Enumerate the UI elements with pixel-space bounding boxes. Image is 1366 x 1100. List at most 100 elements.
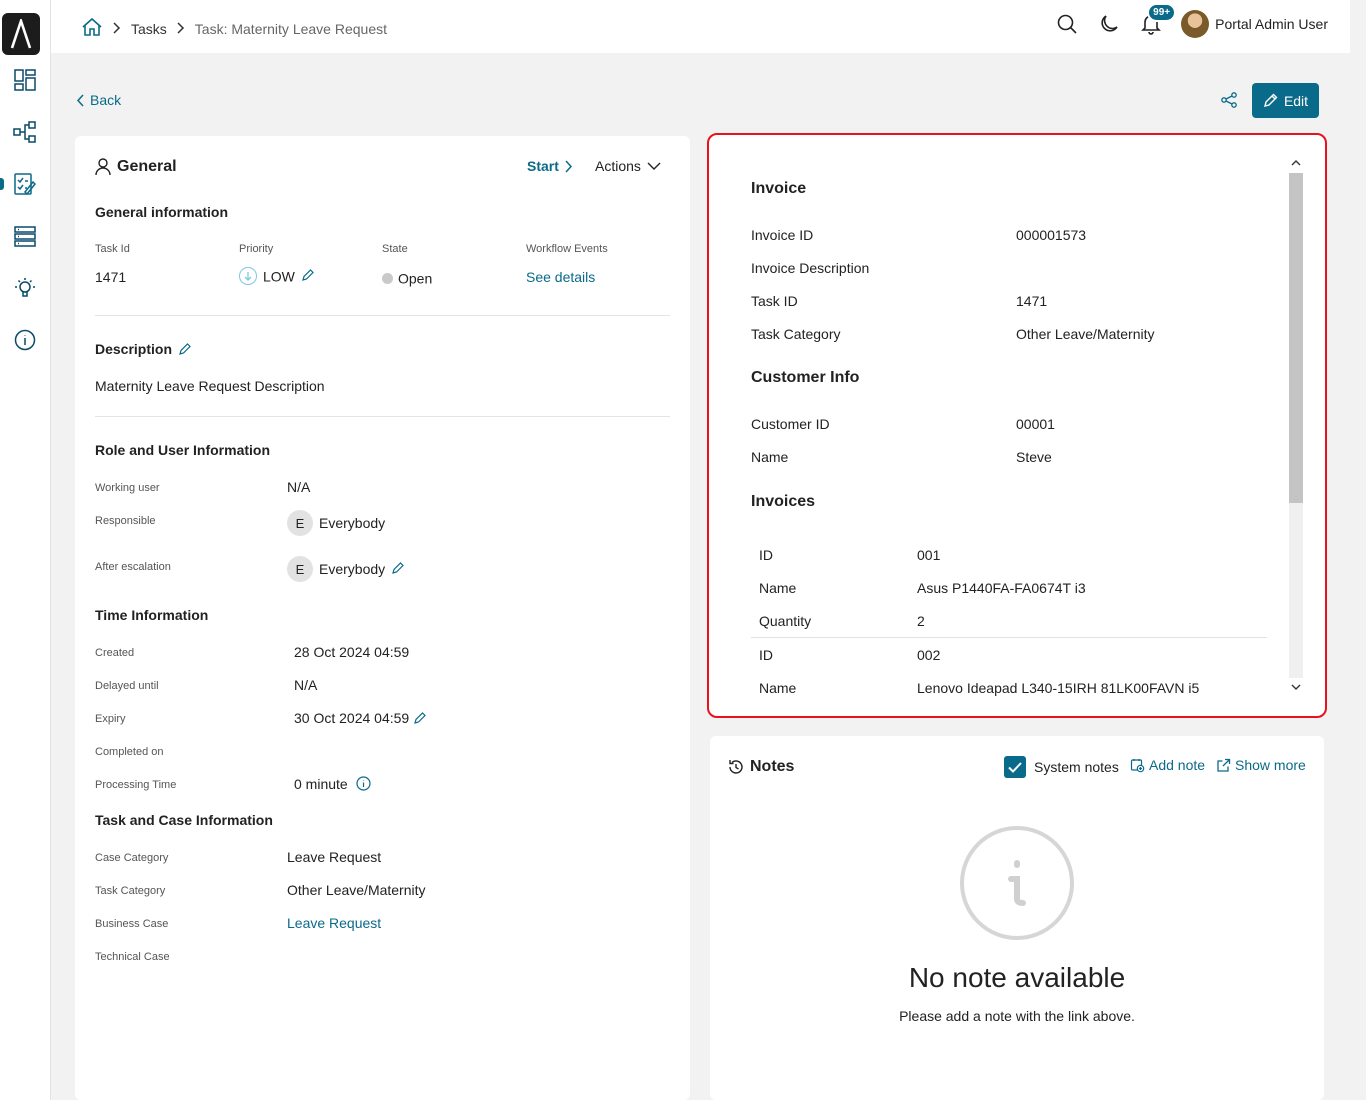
created-label: Created [95,647,135,659]
invoice-row-label: Invoice Description [751,260,870,276]
invoice-row-value: Other Leave/Maternity [1016,326,1155,342]
invoice-item-label: Name [759,580,797,596]
task-category-label: Task Category [95,885,166,897]
escalation-avatar: E [287,556,313,582]
invoice-row-label: Invoice ID [751,227,814,243]
processing-value: 0 minute [294,776,371,794]
state-dot [382,272,393,284]
invoice-item-value: 2 [917,613,925,629]
divider [751,637,1267,638]
notes-header: Notes [728,758,794,776]
chevron-up-icon [1291,160,1301,166]
bell-icon[interactable]: 99+ [1139,3,1177,36]
logo[interactable] [2,13,40,55]
lightbulb-icon[interactable] [12,275,38,301]
invoice-item-value: 001 [917,547,941,563]
responsible-avatar: E [287,510,313,536]
customer-row-label: Name [751,449,789,465]
workflow-label: Workflow Events [526,243,608,255]
invoice-item-value: Lenovo Ideapad L340-15IRH 81LK00FAVN i5 [917,680,1200,696]
general-info-title: General information [95,204,229,220]
share-icon[interactable] [1219,90,1239,110]
scrollbar[interactable] [1287,155,1305,695]
created-value: 28 Oct 2024 04:59 [294,644,410,660]
completed-label: Completed on [95,746,164,758]
system-notes-toggle[interactable]: System notes [1004,756,1119,778]
notification-badge: 99+ [1147,3,1177,22]
chevron-down-icon [647,162,661,170]
dashboard-icon[interactable] [12,67,38,93]
scrollbar-thumb[interactable] [1289,173,1303,503]
system-notes-checkbox[interactable] [1004,756,1026,778]
sidebar [0,0,51,1100]
invoice-item-label: Name [759,680,797,696]
tasks-icon[interactable] [12,171,38,197]
invoice-item-label: ID [759,547,773,563]
business-case-label: Business Case [95,918,169,930]
edit-description-icon[interactable] [178,342,192,359]
edit-expiry-icon[interactable] [413,711,427,728]
pencil-icon [1263,93,1278,107]
invoice-row-label: Task ID [751,293,798,309]
responsible-label: Responsible [95,515,156,527]
priority-label: Priority [239,243,274,255]
invoice-row-label: Task Category [751,326,841,342]
task-category-value: Other Leave/Maternity [287,882,426,898]
delayed-label: Delayed until [95,680,159,692]
state-label: State [382,243,408,255]
empty-title: No note available [908,962,1126,993]
breadcrumb-tasks[interactable]: Tasks [131,21,167,37]
time-title: Time Information [95,607,209,623]
info-icon[interactable] [356,776,371,794]
notes-card: Notes System notes Add note Show more No… [710,736,1324,1100]
chevron-right-icon [565,159,572,173]
case-title: Task and Case Information [95,812,273,828]
arrow-down-circle-icon [239,267,257,286]
moon-icon[interactable] [1097,12,1121,36]
add-note-link[interactable]: Add note [1130,757,1205,773]
show-more-link[interactable]: Show more [1216,757,1306,773]
task-id-value: 1471 [95,269,127,285]
edit-button[interactable]: Edit [1252,83,1319,118]
topbar: Tasks Task: Maternity Leave Request 99+ … [51,0,1350,53]
description-title: Description [95,341,192,359]
cases-icon[interactable] [12,223,38,249]
chevron-down-icon [1291,684,1301,690]
expiry-label: Expiry [95,713,126,725]
process-icon[interactable] [12,119,38,145]
working-user-label: Working user [95,482,160,494]
after-escalation-value: E Everybody [287,556,405,582]
top-actions: 99+ Portal Admin User [1055,3,1328,38]
case-category-value: Leave Request [287,849,382,865]
search-icon[interactable] [1055,12,1079,36]
active-indicator [0,178,4,190]
info-icon[interactable] [12,327,38,353]
business-case-link[interactable]: Leave Request [287,915,381,931]
avatar[interactable] [1181,10,1210,38]
empty-subtitle: Please add a note with the link above. [899,1008,1135,1024]
invoice-item-value: Asus P1440FA-FA0674T i3 [917,580,1086,596]
divider [95,315,670,316]
role-title: Role and User Information [95,442,271,458]
invoice-item-label: ID [759,647,773,663]
home-icon[interactable] [81,17,103,40]
working-user-value: N/A [287,479,311,495]
after-escalation-label: After escalation [95,561,171,573]
back-button[interactable]: Back [76,92,121,108]
invoice-item-label: Quantity [759,613,812,629]
invoice-row-value: 000001573 [1016,227,1087,243]
customer-row-value: Steve [1016,449,1052,465]
history-icon [729,760,743,774]
edit-priority-icon[interactable] [301,268,315,285]
case-category-label: Case Category [95,852,169,864]
add-note-icon [1130,758,1145,772]
actions-dropdown[interactable]: Actions [595,158,661,174]
start-button[interactable]: Start [527,158,573,174]
edit-escalation-icon[interactable] [391,561,405,578]
delayed-value: N/A [294,677,318,693]
see-details-link[interactable]: See details [526,269,595,285]
general-card: General Start Actions General informatio… [75,136,690,1100]
customer-row-value: 00001 [1016,416,1055,432]
username[interactable]: Portal Admin User [1215,16,1328,32]
invoice-item-value: 002 [917,647,941,663]
